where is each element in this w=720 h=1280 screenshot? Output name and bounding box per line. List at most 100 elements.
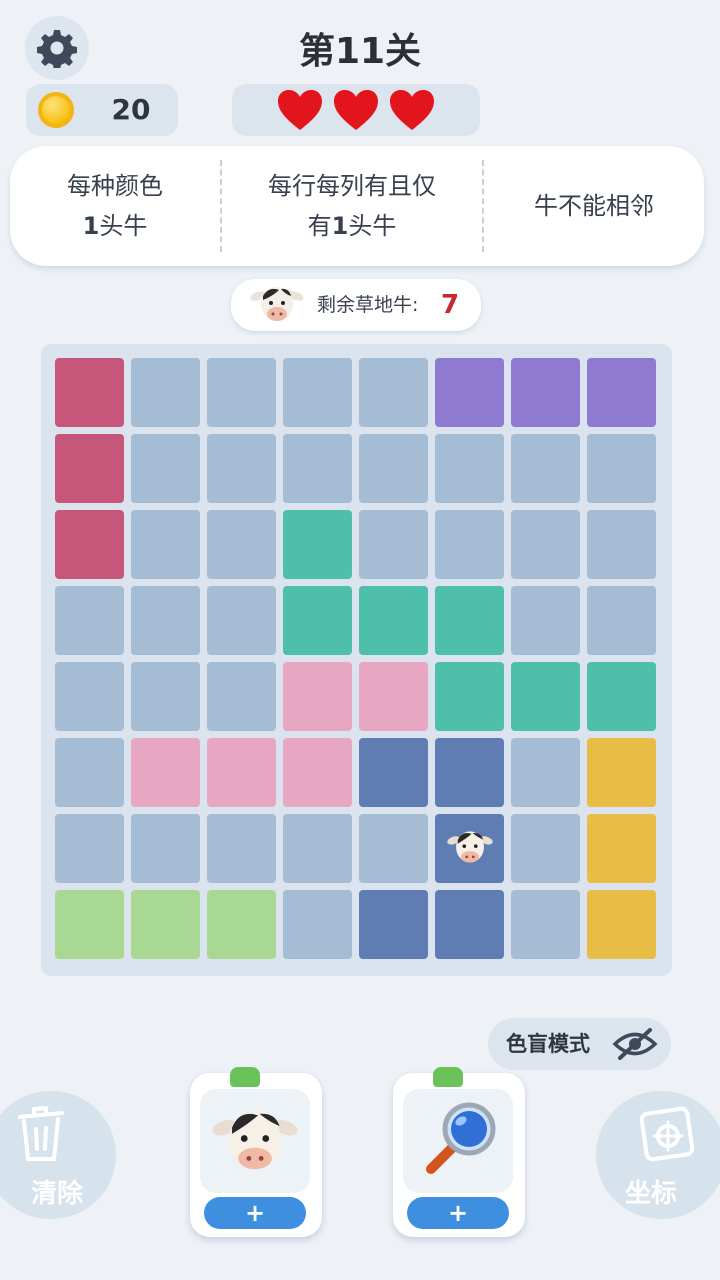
board-cell[interactable] bbox=[131, 890, 200, 959]
board-cell[interactable] bbox=[55, 662, 124, 731]
board-cell[interactable] bbox=[55, 890, 124, 959]
coin-icon bbox=[38, 92, 74, 128]
tool-tab bbox=[433, 1067, 463, 1087]
rule-no-adjacent: 牛不能相邻 bbox=[484, 146, 704, 266]
board-cell[interactable] bbox=[587, 510, 656, 579]
heart-icon bbox=[334, 90, 378, 130]
board-cell[interactable] bbox=[283, 890, 352, 959]
board-cell[interactable] bbox=[359, 434, 428, 503]
board-cell[interactable] bbox=[283, 434, 352, 503]
board-cell[interactable] bbox=[511, 814, 580, 883]
board-cell[interactable] bbox=[587, 890, 656, 959]
board-cell[interactable] bbox=[207, 738, 276, 807]
remaining-value: 7 bbox=[441, 290, 460, 320]
rule-text: 有1头牛 bbox=[307, 212, 397, 240]
board-cell[interactable] bbox=[207, 814, 276, 883]
rule-one-per-row-col: 每行每列有且仅 有1头牛 bbox=[222, 146, 482, 266]
remaining-cows-pill: 剩余草地牛: 7 bbox=[231, 279, 481, 331]
board-cell[interactable] bbox=[511, 358, 580, 427]
coordinates-label: 坐标 bbox=[624, 1179, 677, 1209]
board-cell[interactable] bbox=[587, 662, 656, 731]
cow-icon bbox=[250, 287, 304, 321]
board-cell[interactable] bbox=[283, 738, 352, 807]
board-cell[interactable] bbox=[55, 814, 124, 883]
board-cell[interactable] bbox=[587, 814, 656, 883]
add-cow-hint-button[interactable]: + bbox=[204, 1197, 306, 1229]
board-cell[interactable] bbox=[435, 662, 504, 731]
board-cell[interactable] bbox=[283, 358, 352, 427]
rule-text: 牛不能相邻 bbox=[534, 192, 654, 220]
rule-text: 每种颜色 bbox=[67, 172, 163, 200]
coordinates-button[interactable]: 坐标 bbox=[596, 1091, 720, 1219]
lives-indicator bbox=[232, 84, 480, 136]
cow-icon bbox=[212, 1110, 298, 1170]
board-cell[interactable] bbox=[283, 662, 352, 731]
board-cell[interactable] bbox=[207, 510, 276, 579]
board-cell[interactable] bbox=[55, 586, 124, 655]
tool-tab bbox=[230, 1067, 260, 1087]
board-cell[interactable] bbox=[511, 586, 580, 655]
board-cell[interactable] bbox=[207, 662, 276, 731]
board-cell[interactable] bbox=[283, 814, 352, 883]
board-cell[interactable] bbox=[511, 510, 580, 579]
board-cell[interactable] bbox=[359, 814, 428, 883]
board-cell[interactable] bbox=[131, 738, 200, 807]
board-cell[interactable] bbox=[207, 434, 276, 503]
add-magnifier-button[interactable]: + bbox=[407, 1197, 509, 1229]
clear-label: 清除 bbox=[30, 1179, 83, 1209]
rules-card: 每种颜色 1头牛 每行每列有且仅 有1头牛 牛不能相邻 bbox=[10, 146, 704, 266]
rule-text: 每行每列有且仅 bbox=[268, 172, 436, 200]
board-cell[interactable] bbox=[207, 586, 276, 655]
board-cell[interactable] bbox=[55, 434, 124, 503]
board-cell[interactable] bbox=[55, 358, 124, 427]
rule-one-per-color: 每种颜色 1头牛 bbox=[10, 146, 220, 266]
board-cell[interactable] bbox=[587, 738, 656, 807]
board-cell[interactable] bbox=[207, 890, 276, 959]
board-cell[interactable] bbox=[207, 358, 276, 427]
board-cell[interactable] bbox=[359, 510, 428, 579]
board-cell[interactable] bbox=[131, 358, 200, 427]
board-cell[interactable] bbox=[435, 738, 504, 807]
tool-slot bbox=[403, 1089, 513, 1193]
board-cell[interactable] bbox=[131, 662, 200, 731]
board-cell[interactable] bbox=[587, 586, 656, 655]
cow-hint-tool[interactable]: + bbox=[190, 1067, 322, 1237]
trash-icon bbox=[18, 1106, 64, 1161]
board-cell[interactable] bbox=[359, 586, 428, 655]
board-cell[interactable] bbox=[359, 738, 428, 807]
clear-button[interactable]: 清除 bbox=[0, 1091, 116, 1219]
board-cell[interactable] bbox=[283, 586, 352, 655]
board-cell[interactable] bbox=[359, 662, 428, 731]
board-cell[interactable] bbox=[511, 662, 580, 731]
board-cell[interactable] bbox=[435, 814, 504, 883]
board-cell[interactable] bbox=[131, 510, 200, 579]
board-cell[interactable] bbox=[435, 358, 504, 427]
heart-icon bbox=[390, 90, 434, 130]
board-cell[interactable] bbox=[511, 890, 580, 959]
board-cell[interactable] bbox=[131, 434, 200, 503]
board-cell[interactable] bbox=[511, 738, 580, 807]
board-cell[interactable] bbox=[587, 434, 656, 503]
board-cell[interactable] bbox=[435, 510, 504, 579]
crosshair-card-icon bbox=[639, 1106, 695, 1162]
board-cell[interactable] bbox=[131, 586, 200, 655]
level-title: 第11关 bbox=[298, 31, 422, 72]
board-cell[interactable] bbox=[55, 738, 124, 807]
board-cell[interactable] bbox=[131, 814, 200, 883]
board-cell[interactable] bbox=[511, 434, 580, 503]
board-cell[interactable] bbox=[587, 358, 656, 427]
puzzle-board bbox=[41, 344, 672, 976]
board-cell[interactable] bbox=[435, 890, 504, 959]
board-cell[interactable] bbox=[359, 358, 428, 427]
rule-text: 1头牛 bbox=[82, 212, 148, 240]
board-cell[interactable] bbox=[359, 890, 428, 959]
heart-icon bbox=[278, 90, 322, 130]
magnifier-tool[interactable]: + bbox=[393, 1067, 525, 1237]
board-cell[interactable] bbox=[283, 510, 352, 579]
board-cell[interactable] bbox=[435, 586, 504, 655]
board-cell[interactable] bbox=[435, 434, 504, 503]
coin-value: 20 bbox=[111, 93, 151, 126]
colorblind-mode-toggle[interactable]: 色盲模式 bbox=[488, 1018, 671, 1070]
board-cell[interactable] bbox=[55, 510, 124, 579]
cow-icon bbox=[447, 831, 493, 863]
